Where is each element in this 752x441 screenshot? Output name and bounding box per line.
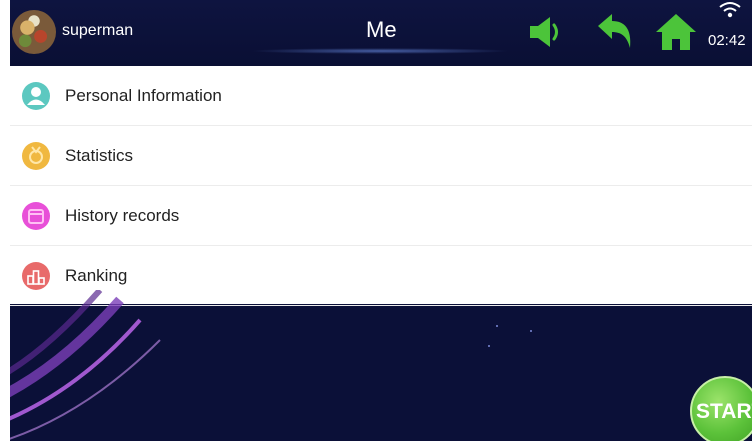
menu-list: Personal Information Statistics History … (10, 66, 752, 306)
page-title: Me (366, 17, 397, 42)
top-bar: superman Me 02:42 (10, 0, 752, 66)
menu-item-label: History records (65, 206, 180, 225)
app-screen: superman Me 02:42 Personal Information S… (10, 0, 752, 441)
menu-item-label: Ranking (65, 266, 128, 285)
clock-time: 02:42 (708, 32, 746, 49)
calendar-icon (22, 202, 50, 230)
background-swirl (10, 290, 161, 440)
menu-item-statistics[interactable]: Statistics (10, 126, 752, 186)
start-button-label: START (696, 400, 752, 423)
sparkle (488, 345, 490, 347)
avatar[interactable] (12, 10, 56, 54)
speaker-icon[interactable] (528, 14, 570, 50)
home-icon[interactable] (654, 12, 698, 52)
title-glow (250, 48, 510, 54)
wifi-icon (718, 0, 742, 20)
username: superman (62, 22, 134, 39)
menu-item-history-records[interactable]: History records (10, 186, 752, 246)
person-icon (22, 82, 50, 110)
medal-icon (22, 142, 50, 170)
ranking-icon (22, 262, 50, 290)
menu-item-label: Personal Information (65, 86, 222, 105)
menu-item-label: Statistics (65, 146, 134, 165)
back-icon[interactable] (594, 12, 636, 52)
menu-item-personal-information[interactable]: Personal Information (10, 66, 752, 126)
start-button[interactable]: START (690, 376, 752, 441)
sparkle (530, 330, 532, 332)
sparkle (496, 325, 498, 327)
